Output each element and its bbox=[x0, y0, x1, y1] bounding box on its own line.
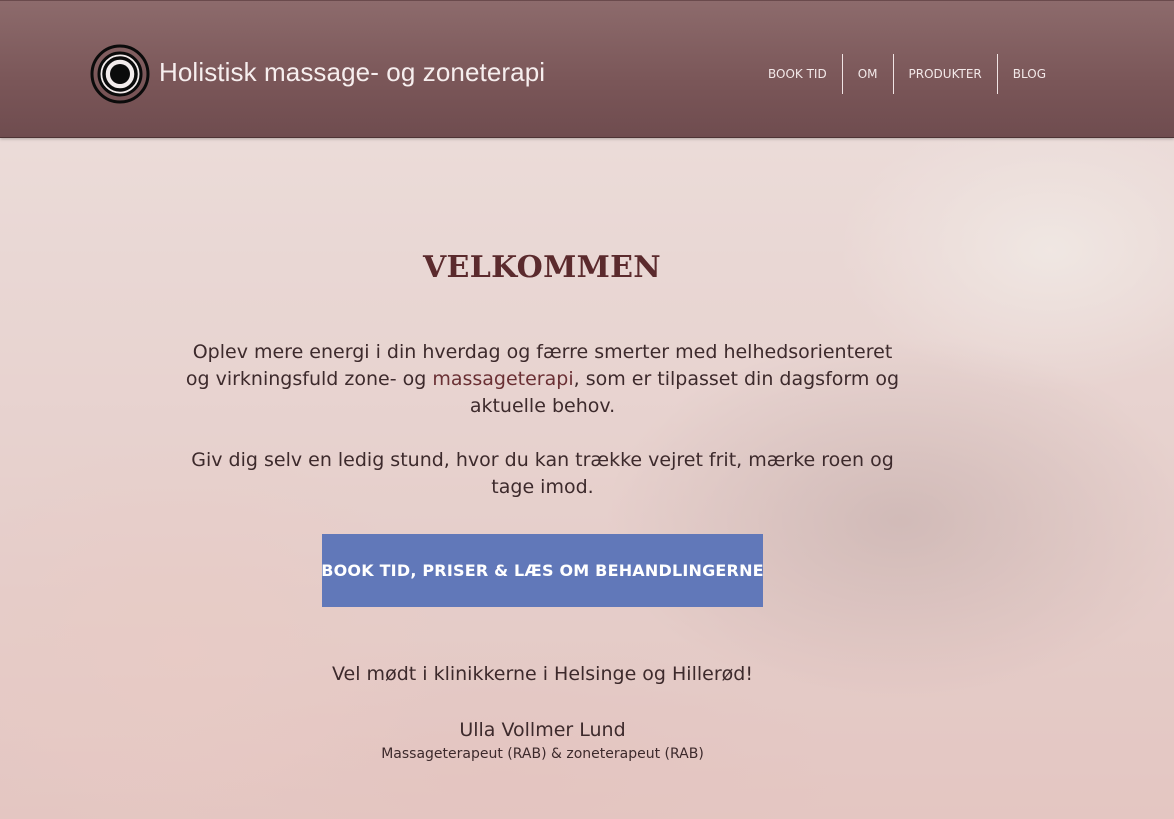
book-tid-cta-button[interactable]: BOOK TID, PRISER & LÆS OM BEHANDLINGERNE bbox=[321, 534, 764, 607]
main-content: VELKOMMEN Oplev mere energi i din hverda… bbox=[0, 0, 1174, 819]
signature-name: Ulla Vollmer Lund bbox=[459, 719, 626, 741]
intro-paragraph: Oplev mere energi i din hverdag og færre… bbox=[180, 339, 905, 420]
signature-title: Massageterapeut (RAB) & zoneterapeut (RA… bbox=[381, 746, 704, 762]
page-heading: VELKOMMEN bbox=[422, 250, 662, 285]
massageterapi-link[interactable]: massageterapi bbox=[432, 368, 573, 390]
greeting-text: Vel mødt i klinikkerne i Helsinge og Hil… bbox=[332, 663, 753, 685]
intro-paragraph-2: Giv dig selv en ledig stund, hvor du kan… bbox=[191, 449, 894, 498]
